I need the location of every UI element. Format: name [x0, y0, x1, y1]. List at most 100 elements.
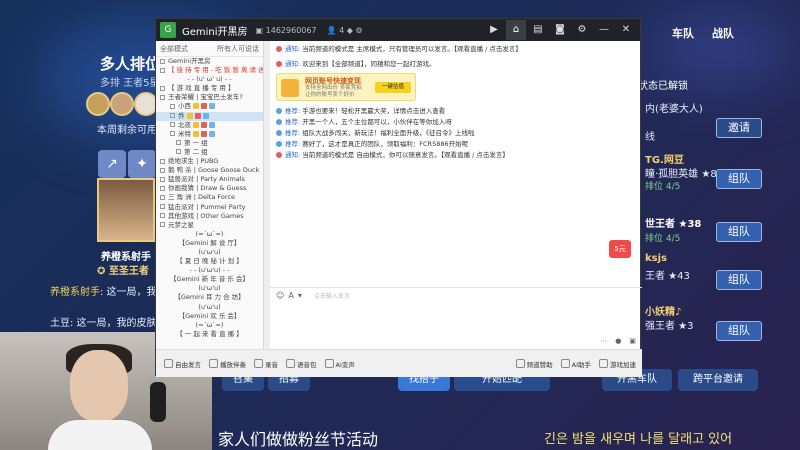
ai-voice-changer-button[interactable]: AI变声 — [324, 359, 355, 369]
message-item: 通知: 欢迎来到【全部频道】，同禧和您一起打游戏。 — [276, 60, 634, 69]
recommend-icon — [276, 130, 282, 136]
msg-text: 当前频道的模式是 主席模式，只有管理员可以发言。【观看直播 / 点击发言】 — [302, 45, 522, 53]
folder-icon — [160, 94, 165, 100]
folder-icon — [160, 67, 165, 73]
channel-item[interactable]: 其他游戏 | Other Games — [156, 212, 263, 221]
channel-item[interactable]: (=´ω`=) — [156, 230, 263, 239]
message-input[interactable]: ⋯ ● ▣ — [270, 303, 642, 349]
settings-icon[interactable]: ✦ — [128, 150, 156, 178]
invite-button[interactable]: 邀请 — [716, 118, 762, 138]
promo-banner[interactable]: 网页账号快速变现 支持全网出价 多家竞拍 让你的账号卖个好价 一键估值 — [276, 73, 416, 101]
channel-item[interactable]: 【 游 戏 直 播 专 用 】 — [156, 84, 263, 93]
red-packet-sticker[interactable]: 5元 — [609, 240, 631, 258]
msg-text: 当前频道的模式是 自由模式，你可以随意发言。【观看直播 / 点击发言】 — [302, 151, 509, 159]
channel-item[interactable]: 猛兽派对 | Party Animals — [156, 175, 263, 184]
channel-sponsor-button[interactable]: 频道赞助 — [515, 359, 553, 369]
settings-icon[interactable]: ⚙ — [572, 20, 592, 40]
promo-button[interactable]: 一键估值 — [375, 82, 411, 93]
channel-item[interactable]: (=´ω`=) — [156, 321, 263, 330]
channel-label: 其他游戏 | Other Games — [168, 211, 244, 220]
voice-pack-button[interactable]: 语音包 — [286, 359, 317, 369]
avatar[interactable] — [110, 92, 134, 116]
channel-item[interactable]: 第 二 组 — [156, 148, 263, 157]
mode-filter[interactable]: 全部模式 — [160, 44, 188, 54]
notice-icon — [276, 152, 282, 158]
msg-text: 欢迎来到【全部频道】，同禧和您一起打游戏。 — [302, 60, 436, 68]
chevron-down-icon[interactable]: ▾ — [298, 291, 302, 300]
channel-item[interactable]: 你画我猜 | Draw & Guess — [156, 184, 263, 193]
channel-label: 乔 — [178, 111, 185, 120]
message-item: 推荐: 组队大战多闯关，新玩法！福利全面升级，《征召令》上线啦 — [276, 129, 634, 138]
share-icon[interactable]: ↗ — [98, 150, 126, 178]
chat-icon[interactable]: ▤ — [528, 20, 548, 40]
channel-tree: 全部模式 所有人可说话 Gemini开黑房【 接 待 专 用 - 吃 饭 暂 离… — [156, 41, 264, 349]
image-icon[interactable]: ▣ — [629, 337, 636, 345]
channel-label: 小西 — [178, 102, 191, 111]
msg-label: 推荐: — [285, 129, 301, 137]
channel-item[interactable]: (u'ω'u) — [156, 284, 263, 293]
channel-item[interactable]: 北夜 — [156, 121, 263, 130]
player-name: 养橙系射手 — [101, 252, 151, 263]
channel-item[interactable]: - - (u'ω'u) - - — [156, 266, 263, 275]
channel-item[interactable]: 【Gemini 耳 力 合 坊】 — [156, 293, 263, 302]
recommend-icon — [276, 141, 282, 147]
cross-platform-invite-button[interactable]: 跨平台邀请 — [678, 369, 758, 391]
team-up-button[interactable]: 组队 — [716, 169, 762, 189]
ai-icon — [560, 359, 570, 368]
channel-item[interactable]: (u'ω'u) — [156, 248, 263, 257]
free-speech-button[interactable]: 自由发言 — [164, 359, 201, 369]
channel-item[interactable]: 绝地求生 | PUBG — [156, 157, 263, 166]
accompaniment-button[interactable]: 播放伴奏 — [209, 359, 246, 369]
channel-item[interactable]: 王者荣耀 | 宝宝巴士发车? — [156, 93, 263, 102]
channel-item[interactable]: (u'ω'u) — [156, 303, 263, 312]
message-input-placeholder[interactable]: 点击输入发言 — [314, 291, 350, 300]
channel-item[interactable]: 三 角 洲 | Delta Force — [156, 193, 263, 202]
channel-item[interactable]: 【Gemini 新 年 音 乐 会】 — [156, 275, 263, 284]
channel-item[interactable]: 鹅 鸭 杀 | Goose Goose Duck — [156, 166, 263, 175]
more-icon[interactable]: ⋯ — [600, 337, 607, 345]
nav-tab-team[interactable]: 车队 — [672, 25, 694, 41]
channel-item[interactable]: 【Gemini 解 说 厅】 — [156, 239, 263, 248]
channel-item[interactable]: Gemini开黑房 — [156, 57, 263, 66]
channel-label: 猛击派对 | Pummel Party — [168, 202, 246, 211]
speed-icon — [599, 359, 608, 368]
game-icon[interactable]: ◙ — [550, 20, 570, 40]
channel-item[interactable]: 猛击派对 | Pummel Party — [156, 203, 263, 212]
channel-item[interactable]: 元梦之星 — [156, 221, 263, 230]
channel-item[interactable]: 【 一 起 来 看 直 播 】 — [156, 330, 263, 339]
title-bar: G Gemini开黑房 ▣ 1462960067 👤 4 ◆ ⚙ ▶ ⌂ ▤ ◙… — [156, 19, 640, 41]
channel-item[interactable]: 【Gemini 欢 乐 会】 — [156, 312, 263, 321]
channel-item[interactable]: - - (u' ω' u) - - — [156, 75, 263, 84]
ai-assistant-button[interactable]: AI助手 — [560, 359, 591, 369]
game-boost-button[interactable]: 游戏加速 — [599, 359, 636, 369]
msg-label: 推荐: — [285, 107, 301, 115]
channel-label: 【Gemini 耳 力 合 坊】 — [174, 293, 245, 302]
chat-name: 养橙系射手 — [50, 287, 100, 298]
channel-label: 【 一 起 来 看 直 播 】 — [176, 329, 243, 338]
music-icon — [209, 359, 218, 368]
game-chat-line: 土豆: 这一局，我的皮肤 — [50, 314, 157, 329]
home-icon[interactable]: ⌂ — [506, 20, 526, 40]
font-icon[interactable]: A — [288, 291, 293, 300]
channel-item[interactable]: 米特 — [156, 130, 263, 139]
record-icon[interactable]: ● — [615, 337, 621, 345]
webcam-face — [70, 350, 128, 422]
live-icon[interactable]: ▶ — [484, 20, 504, 40]
minimize-icon[interactable]: — — [594, 20, 614, 40]
emoji-icon[interactable]: ☺ — [276, 291, 284, 300]
channel-item[interactable]: 【 接 待 专 用 - 吃 饭 暂 离 请 进 】 — [156, 66, 263, 75]
channel-item[interactable]: 乔 — [156, 111, 263, 121]
close-icon[interactable]: ✕ — [616, 20, 636, 40]
role-badge-icon — [209, 121, 215, 128]
channel-label: 【Gemini 新 年 音 乐 会】 — [170, 275, 249, 284]
channel-item[interactable]: 第 一 组 — [156, 139, 263, 148]
player-portrait[interactable] — [97, 178, 155, 242]
team-up-button[interactable]: 组队 — [716, 222, 762, 242]
channel-item[interactable]: 小西 — [156, 102, 263, 111]
team-up-button[interactable]: 组队 — [716, 321, 762, 341]
nav-tab-clan[interactable]: 战队 — [712, 25, 734, 41]
msg-label: 推荐: — [285, 118, 301, 126]
channel-item[interactable]: 【 夏 日 晚 秘 计 划 】 — [156, 257, 263, 266]
team-up-button[interactable]: 组队 — [716, 270, 762, 290]
record-button[interactable]: 录音 — [254, 359, 278, 369]
